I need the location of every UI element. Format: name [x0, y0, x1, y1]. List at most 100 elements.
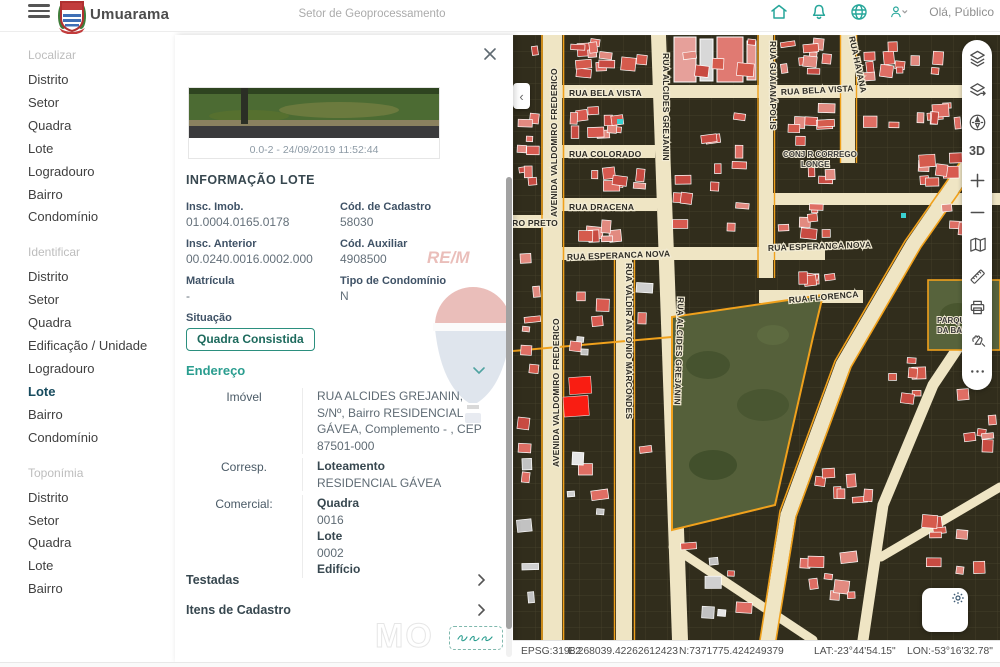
sidebar-toponimia-bairro[interactable]: Bairro	[28, 578, 175, 601]
layers-icon[interactable]	[968, 49, 987, 68]
map-marker-cyan	[617, 119, 623, 124]
sidebar-identificar-quadra[interactable]: Quadra	[28, 312, 175, 335]
sidebar-identificar-distrito[interactable]: Distrito	[28, 266, 175, 289]
address-row-corresp: Corresp. Loteamento RESIDENCIAL GÁVEA	[186, 458, 486, 491]
loteamento-value: RESIDENCIAL GÁVEA	[317, 475, 486, 492]
field-value-cod-cadastro: 58030	[340, 215, 498, 229]
photo-caption: 0.0-2 - 24/09/2019 11:52:44	[189, 144, 439, 156]
sidebar-toponimia-lote[interactable]: Lote	[28, 555, 175, 578]
more-options-icon[interactable]	[968, 362, 987, 381]
app-header: Umuarama Setor de Geoprocessamento Olá, …	[0, 0, 1000, 32]
sidebar-identificar-lote[interactable]: Lote	[28, 381, 175, 404]
3d-view-button[interactable]: 3D	[969, 144, 985, 158]
sidebar-identificar-edificacao[interactable]: Edificação / Unidade	[28, 335, 175, 358]
endereco-section: Endereço Imóvel RUA ALCIDES GREJANIN, S/…	[186, 363, 486, 582]
sidebar-localizar-lote[interactable]: Lote	[28, 138, 175, 161]
loteamento-label: Loteamento	[317, 458, 486, 475]
coordinate-status-bar: EPSG:31982 E:268039.42262612423 N:737177…	[513, 640, 1000, 662]
chevron-right-icon	[477, 603, 486, 617]
panel-scrollbar[interactable]	[506, 177, 512, 657]
address-row-comercial: Comercial: Quadra 0016 Lote 0002 Edifíci…	[186, 495, 486, 578]
bell-icon[interactable]	[809, 2, 829, 22]
basemap-switch-icon[interactable]	[968, 81, 987, 100]
field-value-tipo-condominio: N	[340, 289, 498, 303]
testadas-label: Testadas	[186, 573, 239, 587]
street-label-alcides: RUA ALCIDES GREJANIN	[661, 53, 671, 161]
lot-photo-card[interactable]: 0.0-2 - 24/09/2019 11:52:44	[188, 87, 440, 159]
hamburger-menu-icon[interactable]	[28, 4, 50, 20]
user-greeting[interactable]: Olá, Público	[929, 5, 994, 19]
lote-label: Lote	[317, 528, 486, 545]
sidebar-nav: Localizar Distrito Setor Quadra Lote Log…	[0, 32, 175, 667]
lot-fields-grid: Insc. Imob. 01.0004.0165.0178 Cód. de Ca…	[186, 201, 498, 312]
zoom-out-icon[interactable]	[968, 203, 987, 222]
itens-cadastro-expander[interactable]: Itens de Cadastro	[186, 603, 486, 617]
sidebar-toponimia-quadra[interactable]: Quadra	[28, 532, 175, 555]
compass-orientation-icon[interactable]	[968, 113, 987, 132]
testadas-expander[interactable]: Testadas	[186, 573, 486, 587]
imovel-label: Imóvel	[186, 388, 302, 454]
situacao-status-badge[interactable]: Quadra Consistida	[186, 328, 315, 351]
field-label-matricula: Matrícula	[186, 275, 340, 287]
app-title: Umuarama	[90, 6, 169, 23]
measure-ruler-icon[interactable]	[968, 267, 987, 286]
sidebar-toponimia-distrito[interactable]: Distrito	[28, 487, 175, 510]
itens-cadastro-label: Itens de Cadastro	[186, 603, 291, 617]
sidebar-toponimia-setor[interactable]: Setor	[28, 510, 175, 533]
lote-value: 0002	[317, 545, 486, 562]
street-label-colorado: RUA COLORADO	[569, 149, 642, 159]
field-label-cod-cadastro: Cód. de Cadastro	[340, 201, 498, 213]
user-menu-icon[interactable]	[889, 2, 909, 22]
easting-readout: E:268039.42262612423	[568, 646, 678, 657]
imovel-value: RUA ALCIDES GREJANIN, S/Nº, Bairro RESID…	[317, 388, 486, 454]
field-label-insc-imob: Insc. Imob.	[186, 201, 340, 213]
signature-sketch-button[interactable]	[449, 626, 503, 650]
field-label-tipo-condominio: Tipo de Condomínio	[340, 275, 498, 287]
street-label-dracena: RUA DRACENA	[569, 202, 634, 212]
print-icon[interactable]	[968, 298, 987, 317]
street-label-guaianapolis: RUA GUAIANÁPOLIS	[768, 41, 778, 130]
overview-map-icon[interactable]	[968, 235, 987, 254]
sidebar-localizar-logradouro[interactable]: Logradouro	[28, 161, 175, 184]
page-bottom-edge	[0, 662, 1000, 667]
lot-photo	[189, 88, 439, 138]
street-label-bela-vista: RUA BELA VISTA	[569, 88, 642, 98]
sidebar-localizar-distrito[interactable]: Distrito	[28, 69, 175, 92]
latitude-readout: LAT:-23°44'54.15"	[814, 646, 896, 657]
map-settings-widget[interactable]	[922, 588, 968, 632]
street-label-valdomiro-2: AVENIDA VALDOMIRO FREDERICO	[551, 318, 561, 467]
map-toolbar: 3D	[962, 40, 992, 390]
endereco-section-header[interactable]: Endereço	[186, 363, 486, 378]
sidebar-identificar-logradouro[interactable]: Logradouro	[28, 358, 175, 381]
sidebar-localizar-condominio[interactable]: Condomínio	[28, 206, 175, 229]
watermark-fragment: MO	[375, 617, 434, 656]
close-icon[interactable]	[481, 45, 499, 63]
sketch-hand-icon[interactable]	[968, 330, 987, 349]
gear-icon[interactable]	[951, 591, 965, 605]
panel-scrollbar-thumb[interactable]	[506, 177, 512, 629]
street-label-valdir: RUA VALDIR ANTONIO MARCONDES	[624, 263, 634, 419]
globe-icon[interactable]	[849, 2, 869, 22]
section-title-localizar: Localizar	[28, 48, 175, 62]
sidebar-localizar-quadra[interactable]: Quadra	[28, 115, 175, 138]
sidebar-localizar-bairro[interactable]: Bairro	[28, 184, 175, 207]
field-label-insc-anterior: Insc. Anterior	[186, 238, 340, 250]
sidebar-identificar-bairro[interactable]: Bairro	[28, 404, 175, 427]
sidebar-localizar-setor[interactable]: Setor	[28, 92, 175, 115]
chevron-down-icon	[472, 366, 486, 375]
field-value-cod-auxiliar: 4908500	[340, 252, 498, 266]
home-icon[interactable]	[769, 2, 789, 22]
chevron-right-icon	[477, 573, 486, 587]
address-row-imovel: Imóvel RUA ALCIDES GREJANIN, S/Nº, Bairr…	[186, 388, 486, 454]
quadra-value: 0016	[317, 512, 486, 529]
zoom-in-icon[interactable]	[968, 171, 987, 190]
sidebar-identificar-setor[interactable]: Setor	[28, 289, 175, 312]
situacao-label: Situação	[186, 312, 315, 324]
map-canvas[interactable]: AVENIDA VALDOMIRO FREDERICO AVENIDA VALD…	[513, 35, 1000, 640]
sidebar-identificar-condominio[interactable]: Condomínio	[28, 427, 175, 450]
panel-collapse-button[interactable]: ‹	[513, 83, 530, 109]
aerial-parcel-map[interactable]: AVENIDA VALDOMIRO FREDERICO AVENIDA VALD…	[513, 35, 1000, 640]
header-subtitle: Setor de Geoprocessamento	[262, 8, 482, 20]
city-crest-logo	[57, 0, 87, 34]
section-title-identificar: Identificar	[28, 245, 175, 259]
